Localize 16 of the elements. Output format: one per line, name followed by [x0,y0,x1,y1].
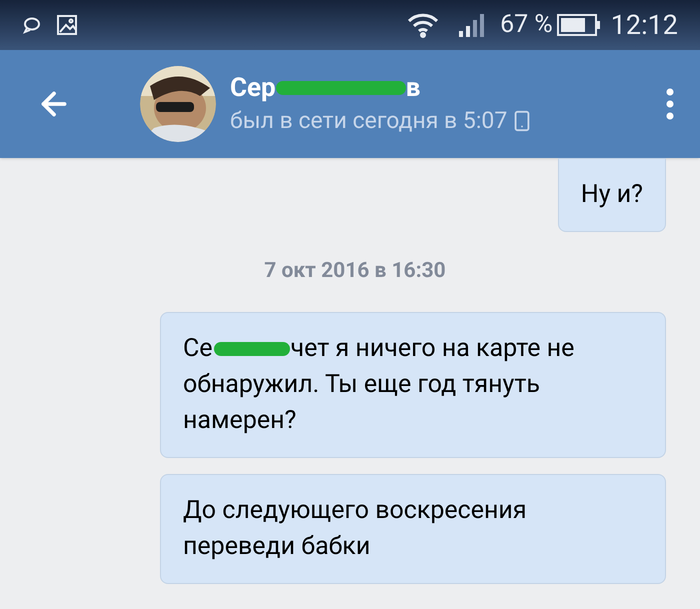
message-text: Се чет я ничего на карте не обнаружил. Ты еще год тянуть намерен? [183,332,576,436]
message-text: Ну и? [580,179,643,211]
menu-icon [666,88,674,120]
contact-name: Сер [230,72,276,105]
battery-percentage: 67 % [500,9,553,42]
date-divider: 7 окт 2016 в 16:30 [264,258,446,285]
chat-bubble-icon [22,15,42,35]
wifi-icon [406,12,440,38]
image-icon [56,14,78,36]
clock: 12:12 [610,8,678,43]
menu-button[interactable] [666,88,674,120]
battery-icon [556,14,601,36]
contact-name: в [406,72,420,105]
message-text: До следующего воскресения переведи бабки [183,494,528,562]
signal-icon [458,12,486,38]
last-seen-status: был в сети сегодня в 5:07 [230,106,508,136]
